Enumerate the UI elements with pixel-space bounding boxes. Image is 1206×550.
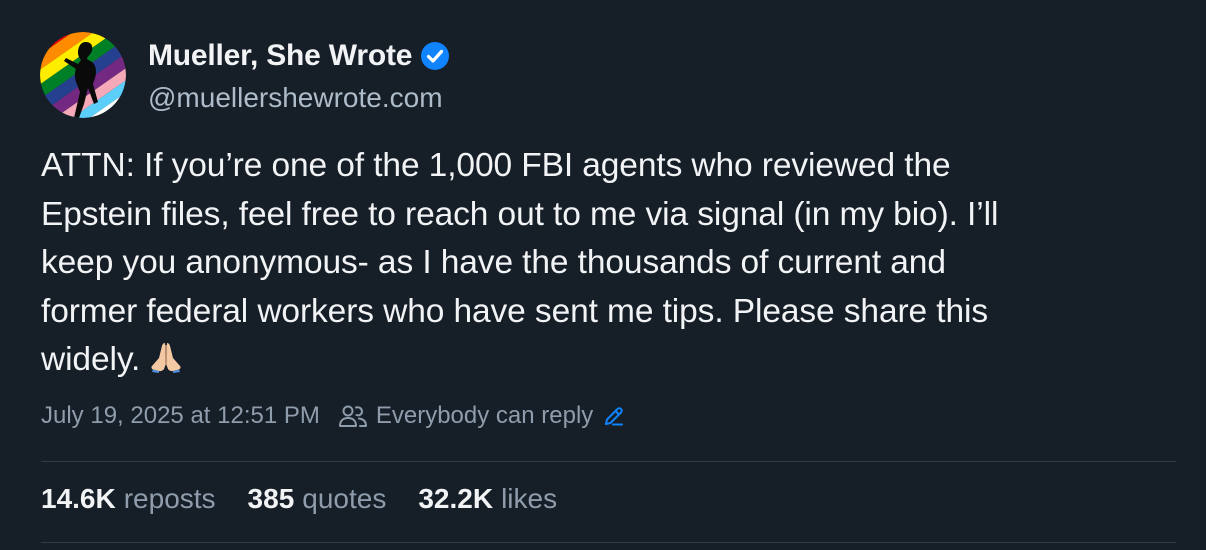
- verified-badge-icon[interactable]: [420, 41, 450, 71]
- avatar-image: [40, 32, 126, 118]
- post-text-line: Epstein files, feel free to reach out to…: [41, 195, 999, 233]
- post-header: Mueller, She Wrote @muellershewrote.com: [40, 32, 450, 118]
- avatar[interactable]: [40, 32, 126, 118]
- pencil-icon[interactable]: [603, 405, 625, 427]
- reposts-count: 14.6K: [41, 483, 116, 514]
- display-name-row: Mueller, She Wrote: [148, 36, 450, 76]
- post-thread-item: Mueller, She Wrote @muellershewrote.com …: [0, 0, 1206, 550]
- post-text-line: former federal workers who have sent me …: [41, 292, 989, 330]
- quotes-count: 385: [247, 483, 295, 514]
- likes-stat[interactable]: 32.2K likes: [418, 483, 557, 515]
- post-body: ATTN: If you’re one of the 1,000 FBI age…: [41, 142, 1171, 385]
- reposts-stat[interactable]: 14.6K reposts: [41, 483, 216, 515]
- divider: [41, 542, 1176, 543]
- author-handle[interactable]: @muellershewrote.com: [148, 82, 450, 114]
- reposts-label: reposts: [123, 483, 216, 514]
- post-meta: July 19, 2025 at 12:51 PM Everybody can …: [41, 402, 625, 430]
- quotes-stat[interactable]: 385 quotes: [248, 483, 387, 515]
- reply-setting-label[interactable]: Everybody can reply: [376, 402, 593, 430]
- post-text-line: keep you anonymous- as I have the thousa…: [41, 244, 946, 281]
- engagement-stats: 14.6K reposts 385 quotes 32.2K likes: [41, 483, 589, 515]
- display-name[interactable]: Mueller, She Wrote: [148, 39, 412, 73]
- likes-label: likes: [501, 483, 558, 514]
- post-text-line: widely.: [41, 341, 141, 378]
- quotes-label: quotes: [302, 483, 387, 514]
- likes-count: 32.2K: [418, 483, 494, 514]
- post-timestamp[interactable]: July 19, 2025 at 12:51 PM: [41, 402, 320, 430]
- post-text-line-last: widely.: [41, 336, 1171, 385]
- divider: [41, 461, 1176, 462]
- praying-hands-emoji-icon: [146, 340, 186, 374]
- people-icon: [338, 403, 368, 429]
- post-text-line: ATTN: If you’re one of the 1,000 FBI age…: [41, 147, 951, 184]
- author-names: Mueller, She Wrote @muellershewrote.com: [148, 36, 450, 114]
